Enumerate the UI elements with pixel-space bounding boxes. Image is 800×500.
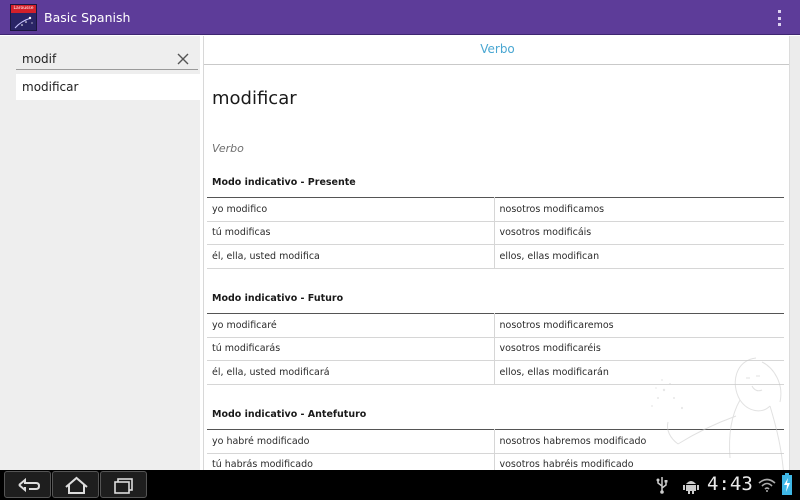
singular-form-cell: yo habré modificado (207, 429, 495, 454)
table-row: yo modifico nosotros modificamos (207, 197, 784, 222)
brand-label: Larousse (11, 5, 36, 13)
headword-title: modificar (212, 88, 297, 109)
singular-form-cell: yo modificaré (207, 313, 495, 338)
search-input[interactable] (22, 52, 172, 66)
home-button[interactable] (52, 471, 99, 498)
action-bar: Larousse Basic Spanish (0, 0, 800, 35)
overflow-menu-icon[interactable] (772, 9, 786, 27)
usb-icon (656, 477, 668, 494)
android-debug-icon (683, 481, 699, 494)
scroll-edge (789, 36, 800, 470)
plural-form-cell: vosotros modificáis (494, 221, 784, 245)
table-row: tú modificas vosotros modificáis (207, 221, 784, 245)
search-pane: modificar (0, 36, 200, 470)
word-class-header: Verbo (204, 36, 790, 65)
entry-panel: Verbo modificar Verbo Modo indicativo - … (203, 36, 790, 470)
wifi-icon (758, 478, 776, 492)
section-title: Modo indicativo - Antefuturo (212, 409, 367, 420)
plural-form-cell: nosotros modificamos (494, 197, 784, 222)
part-of-speech-label: Verbo (212, 142, 244, 155)
singular-form-cell: tú modificas (207, 221, 495, 245)
singular-form-cell: yo modifico (207, 197, 495, 222)
search-field (16, 50, 198, 70)
singular-form-cell: tú modificarás (207, 337, 495, 361)
fairy-watermark-icon (651, 357, 784, 470)
home-icon (65, 476, 88, 494)
back-icon (18, 477, 41, 493)
singular-form-cell: él, ella, usted modificará (207, 360, 495, 385)
recent-apps-button[interactable] (100, 471, 147, 498)
search-result-item[interactable]: modificar (16, 74, 200, 100)
section-title: Modo indicativo - Presente (212, 177, 356, 188)
singular-form-cell: tú habrás modificado (207, 453, 495, 470)
battery-icon (782, 473, 792, 495)
clock: 4:43 (707, 473, 753, 495)
sparkle-icon (14, 16, 33, 29)
back-button[interactable] (4, 471, 51, 498)
app-title: Basic Spanish (44, 10, 131, 25)
section-title: Modo indicativo - Futuro (212, 293, 344, 304)
close-icon[interactable] (176, 52, 190, 66)
plural-form-cell: ellos, ellas modifican (494, 244, 784, 269)
singular-form-cell: él, ella, usted modifica (207, 244, 495, 269)
app-window: Larousse Basic Spanish modificar Verbo m… (0, 0, 800, 500)
table-row: él, ella, usted modifica ellos, ellas mod… (207, 244, 784, 269)
app-logo-icon[interactable]: Larousse (10, 4, 37, 31)
system-bar: 4:43 (0, 470, 800, 500)
conjugation-table: yo modifico nosotros modificamos tú modifi… (207, 197, 784, 269)
recent-apps-icon (114, 478, 133, 494)
